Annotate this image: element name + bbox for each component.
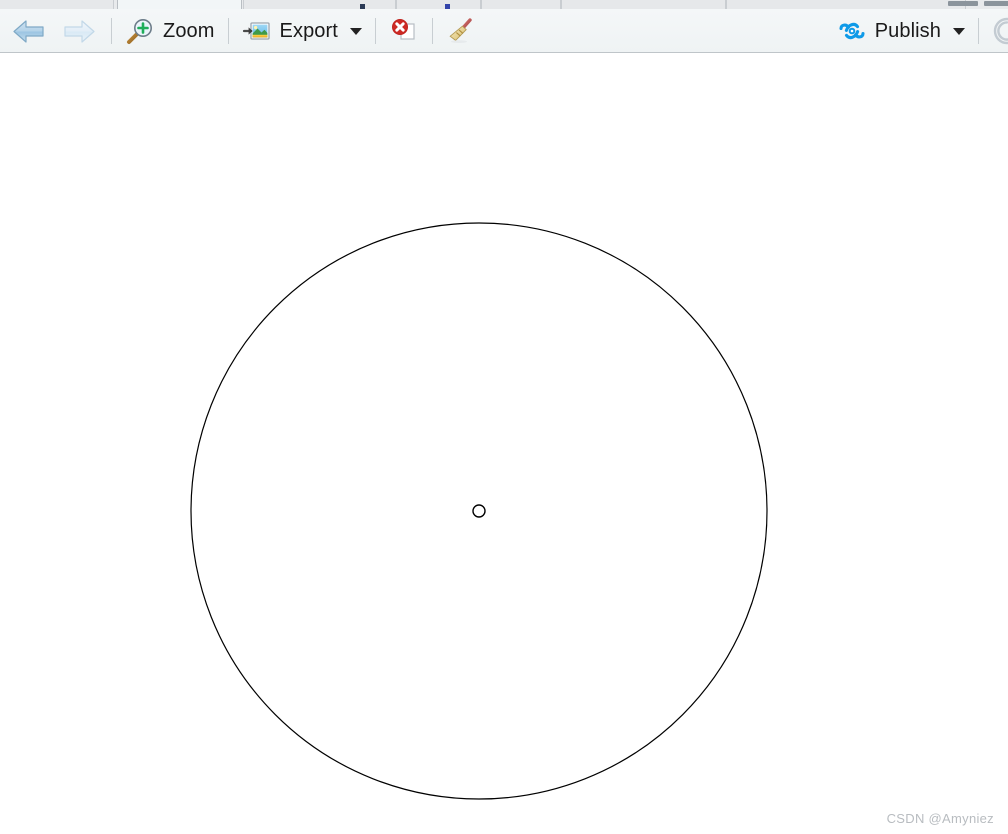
arrow-left-icon (10, 16, 50, 46)
arrow-right-icon (58, 16, 98, 46)
tab-item[interactable] (561, 0, 726, 9)
center-point-circle (472, 504, 486, 518)
delete-button[interactable] (385, 11, 423, 51)
toolbar-separator (978, 18, 979, 44)
zoom-button[interactable]: Zoom (121, 11, 219, 51)
tab-item[interactable] (0, 0, 114, 9)
export-button[interactable]: Export (238, 11, 366, 51)
chevron-down-icon[interactable] (349, 27, 362, 35)
forward-button[interactable] (54, 11, 102, 51)
toolbar-separator (111, 18, 112, 44)
tab-item[interactable] (396, 0, 481, 9)
window-maximize-button[interactable] (984, 1, 1008, 6)
export-button-label: Export (279, 19, 338, 42)
magnifier-plus-icon (125, 16, 155, 46)
tab-item[interactable] (481, 0, 561, 9)
browser-tab-strip (0, 0, 1008, 9)
delete-page-icon (389, 16, 419, 46)
outer-circle (190, 222, 768, 800)
clear-button[interactable] (442, 11, 480, 51)
tab-item-active[interactable] (117, 0, 242, 9)
chevron-down-icon[interactable] (953, 27, 965, 35)
back-button[interactable] (6, 11, 54, 51)
main-toolbar: Zoom Export Publish (0, 9, 1008, 53)
refresh-circle-icon (992, 16, 1008, 46)
canvas-svg (190, 222, 768, 800)
window-minimize-button[interactable] (948, 1, 978, 6)
tab-item[interactable] (726, 0, 966, 9)
refresh-button[interactable] (988, 11, 1008, 51)
broom-icon (446, 16, 476, 46)
toolbar-separator (431, 18, 433, 44)
publish-button-label: Publish (874, 19, 941, 42)
drawing-canvas[interactable]: CSDN @Amyniez (0, 54, 1008, 834)
toolbar-separator (374, 18, 376, 44)
zoom-button-label: Zoom (163, 19, 215, 42)
toolbar-separator (227, 18, 229, 44)
publish-icon (837, 16, 867, 46)
tab-item[interactable] (243, 0, 396, 9)
export-image-icon (242, 16, 272, 46)
toolbar-right-group: Publish (833, 9, 1008, 53)
toolbar-left-group: Zoom Export (6, 9, 480, 53)
publish-button[interactable]: Publish (833, 11, 969, 51)
watermark-text: CSDN @Amyniez (886, 811, 994, 826)
